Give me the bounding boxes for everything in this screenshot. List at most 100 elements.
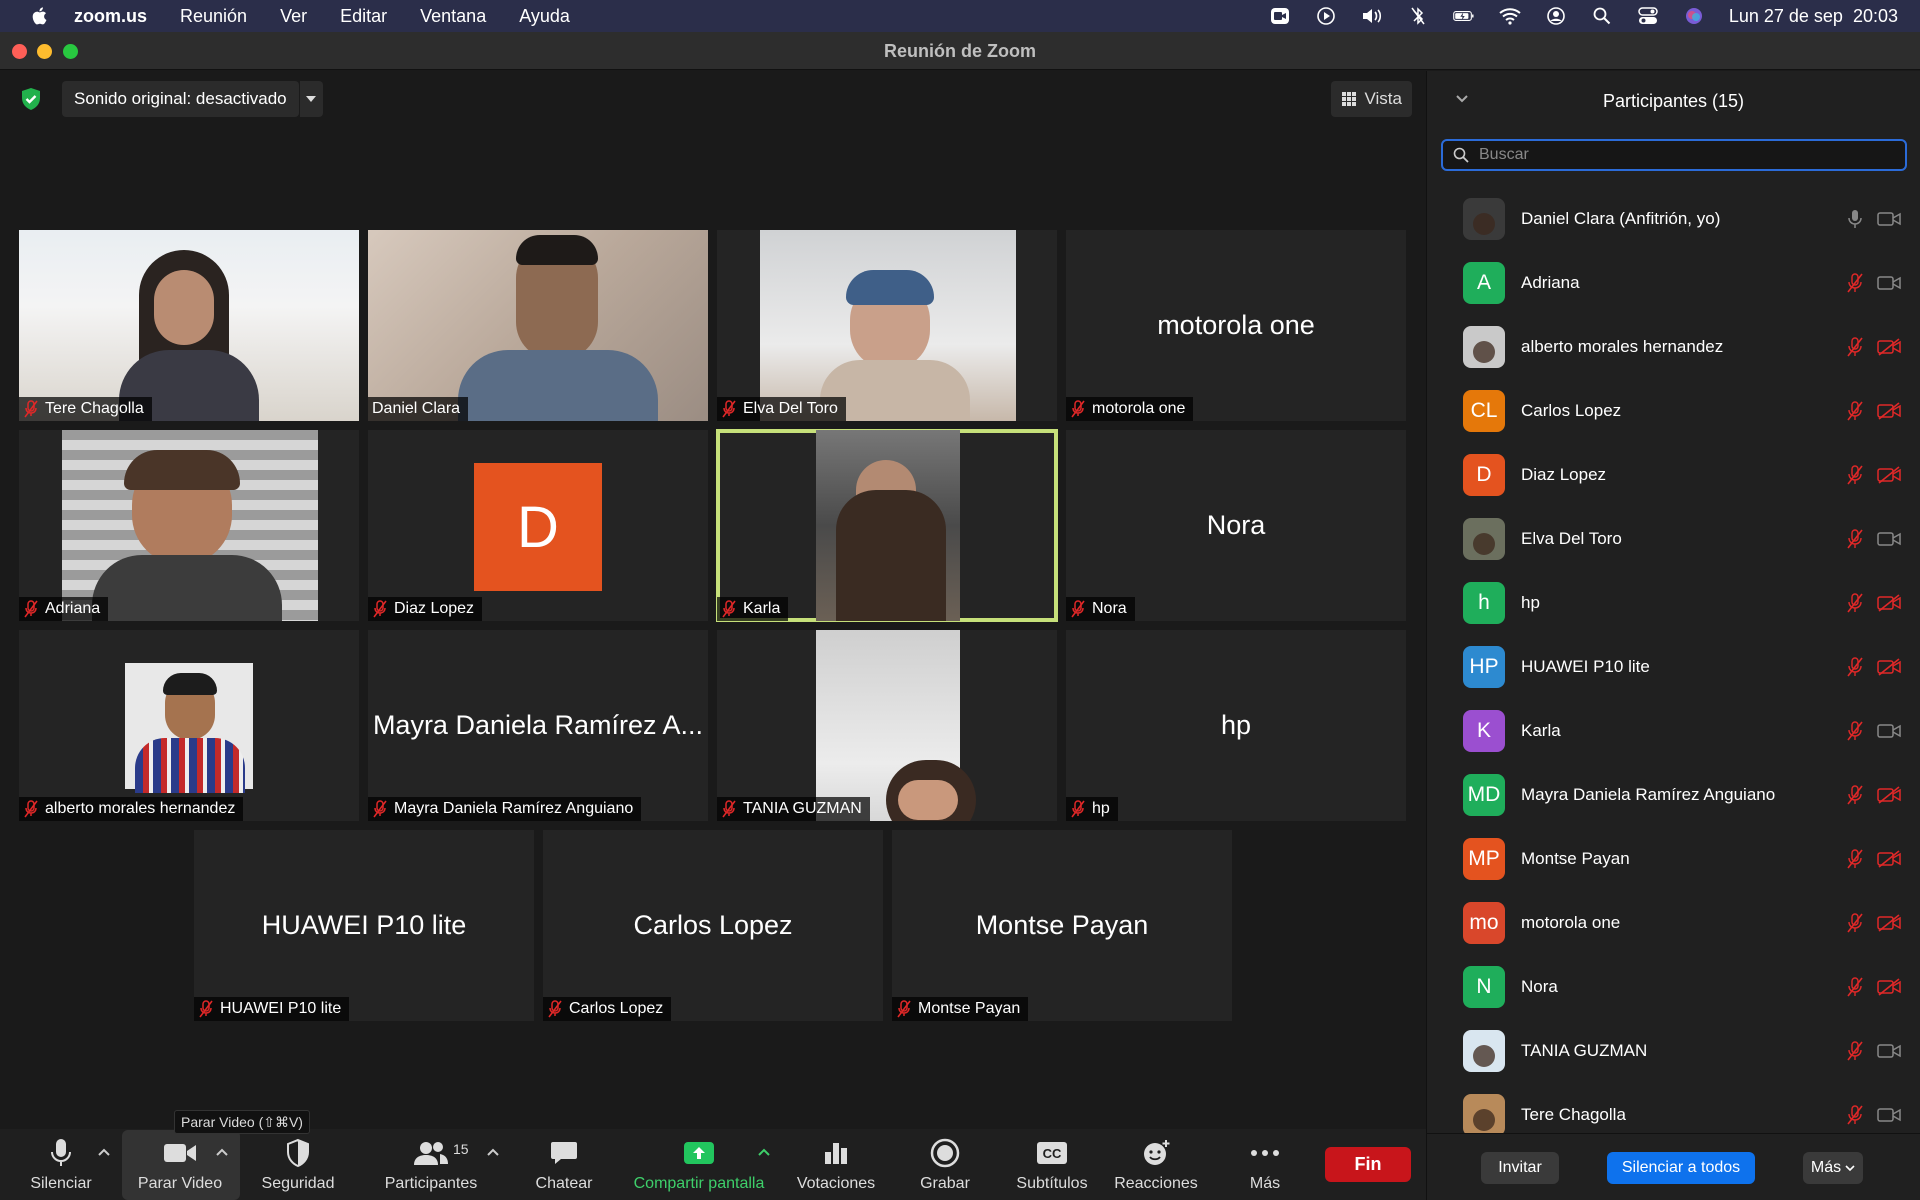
video-tile[interactable]: Elva Del Toro (717, 230, 1057, 421)
video-off-icon[interactable] (1877, 914, 1901, 932)
participant-row[interactable]: TANIA GUZMAN (1427, 1019, 1920, 1083)
participant-row[interactable]: K Karla (1427, 699, 1920, 763)
muted-mic-icon[interactable] (1845, 337, 1865, 357)
video-off-icon[interactable] (1877, 594, 1901, 612)
video-tile[interactable]: Mayra Daniela Ramírez A... Mayra Daniela… (368, 630, 708, 821)
original-sound-dropdown[interactable] (298, 81, 323, 117)
volume-icon[interactable] (1361, 6, 1383, 26)
polls-button[interactable]: Votaciones (790, 1129, 882, 1200)
stop-video-button[interactable]: Parar Video (130, 1129, 230, 1200)
menu-editar[interactable]: Editar (340, 6, 387, 27)
video-off-icon[interactable] (1877, 338, 1901, 356)
video-camera-icon[interactable] (1877, 1042, 1901, 1060)
menu-ventana[interactable]: Ventana (420, 6, 486, 27)
video-tile[interactable]: Adriana (19, 430, 359, 621)
muted-mic-icon[interactable] (1845, 401, 1865, 421)
zoom-status-icon[interactable] (1269, 6, 1291, 26)
more-button[interactable]: Más (1232, 1129, 1298, 1200)
battery-icon[interactable] (1453, 6, 1475, 26)
collapse-chevron-icon[interactable] (1455, 93, 1469, 105)
mute-all-button[interactable]: Silenciar a todos (1607, 1152, 1755, 1184)
muted-mic-icon[interactable] (1845, 273, 1865, 293)
participant-row[interactable]: A Adriana (1427, 251, 1920, 315)
zoom-window-button[interactable] (63, 44, 78, 59)
share-screen-button[interactable]: Compartir pantalla (624, 1129, 774, 1200)
mute-button[interactable]: Silenciar (22, 1129, 100, 1200)
participant-row[interactable]: Daniel Clara (Anfitrión, yo) (1427, 187, 1920, 251)
video-off-icon[interactable] (1877, 466, 1901, 484)
original-sound-button[interactable]: Sonido original: desactivado (62, 81, 299, 117)
video-off-icon[interactable] (1877, 978, 1901, 996)
spotlight-search-icon[interactable] (1591, 6, 1613, 26)
participants-button[interactable]: 15 Participantes (372, 1129, 490, 1200)
video-off-icon[interactable] (1877, 658, 1901, 676)
video-tile[interactable]: motorola one motorola one (1066, 230, 1406, 421)
security-button[interactable]: Seguridad (252, 1129, 344, 1200)
participant-row[interactable]: mo motorola one (1427, 891, 1920, 955)
chat-button[interactable]: Chatear (522, 1129, 606, 1200)
microphone-icon[interactable] (1845, 209, 1865, 229)
muted-mic-icon[interactable] (1845, 657, 1865, 677)
video-options-caret-icon[interactable] (215, 1147, 229, 1157)
muted-mic-icon[interactable] (1845, 465, 1865, 485)
end-meeting-button[interactable]: Fin (1325, 1147, 1411, 1182)
participant-row[interactable]: HP HUAWEI P10 lite (1427, 635, 1920, 699)
participant-row[interactable]: MD Mayra Daniela Ramírez Anguiano (1427, 763, 1920, 827)
muted-mic-icon[interactable] (1845, 721, 1865, 741)
participant-row[interactable]: alberto morales hernandez (1427, 315, 1920, 379)
invite-button[interactable]: Invitar (1481, 1152, 1559, 1184)
play-icon[interactable] (1315, 6, 1337, 26)
apple-icon[interactable] (26, 5, 54, 27)
menu-ver[interactable]: Ver (280, 6, 307, 27)
share-options-caret-icon[interactable] (757, 1147, 771, 1157)
video-tile-active-speaker[interactable]: Karla (716, 429, 1058, 622)
muted-mic-icon[interactable] (1845, 977, 1865, 997)
participant-search-box[interactable] (1441, 139, 1907, 171)
participant-row[interactable]: CL Carlos Lopez (1427, 379, 1920, 443)
video-tile[interactable]: Nora Nora (1066, 430, 1406, 621)
video-tile[interactable]: Carlos Lopez Carlos Lopez (543, 830, 883, 1021)
muted-mic-icon[interactable] (1845, 593, 1865, 613)
wifi-icon[interactable] (1499, 6, 1521, 26)
audio-options-caret-icon[interactable] (97, 1147, 111, 1157)
video-tile[interactable]: Montse Payan Montse Payan (892, 830, 1232, 1021)
video-tile[interactable]: hp hp (1066, 630, 1406, 821)
more-options-button[interactable]: Más (1803, 1152, 1863, 1184)
user-icon[interactable] (1545, 6, 1567, 26)
siri-icon[interactable] (1683, 6, 1705, 26)
participants-options-caret-icon[interactable] (486, 1147, 500, 1157)
captions-button[interactable]: CC Subtítulos (1004, 1129, 1100, 1200)
participant-row[interactable]: h hp (1427, 571, 1920, 635)
reactions-button[interactable]: Reacciones (1108, 1129, 1204, 1200)
video-tile[interactable]: HUAWEI P10 lite HUAWEI P10 lite (194, 830, 534, 1021)
video-tile[interactable]: Daniel Clara (368, 230, 708, 421)
control-center-icon[interactable] (1637, 6, 1659, 26)
bluetooth-off-icon[interactable] (1407, 6, 1429, 26)
video-off-icon[interactable] (1877, 786, 1901, 804)
participant-row[interactable]: MP Montse Payan (1427, 827, 1920, 891)
video-camera-icon[interactable] (1877, 210, 1901, 228)
muted-mic-icon[interactable] (1845, 913, 1865, 933)
video-tile[interactable]: alberto morales hernandez (19, 630, 359, 821)
clock[interactable]: Lun 27 de sep 20:03 (1729, 6, 1898, 27)
participant-row[interactable]: D Diaz Lopez (1427, 443, 1920, 507)
muted-mic-icon[interactable] (1845, 849, 1865, 869)
video-camera-icon[interactable] (1877, 274, 1901, 292)
view-button[interactable]: Vista (1330, 81, 1412, 117)
menu-app-name[interactable]: zoom.us (74, 6, 147, 27)
muted-mic-icon[interactable] (1845, 785, 1865, 805)
video-off-icon[interactable] (1877, 850, 1901, 868)
video-off-icon[interactable] (1877, 402, 1901, 420)
participant-row[interactable]: Elva Del Toro (1427, 507, 1920, 571)
video-tile[interactable]: TANIA GUZMAN (717, 630, 1057, 821)
record-button[interactable]: Grabar (906, 1129, 984, 1200)
muted-mic-icon[interactable] (1845, 1041, 1865, 1061)
video-camera-icon[interactable] (1877, 1106, 1901, 1124)
menu-ayuda[interactable]: Ayuda (519, 6, 570, 27)
muted-mic-icon[interactable] (1845, 529, 1865, 549)
participant-row[interactable]: N Nora (1427, 955, 1920, 1019)
video-camera-icon[interactable] (1877, 722, 1901, 740)
close-window-button[interactable] (12, 44, 27, 59)
muted-mic-icon[interactable] (1845, 1105, 1865, 1125)
menu-reunion[interactable]: Reunión (180, 6, 247, 27)
